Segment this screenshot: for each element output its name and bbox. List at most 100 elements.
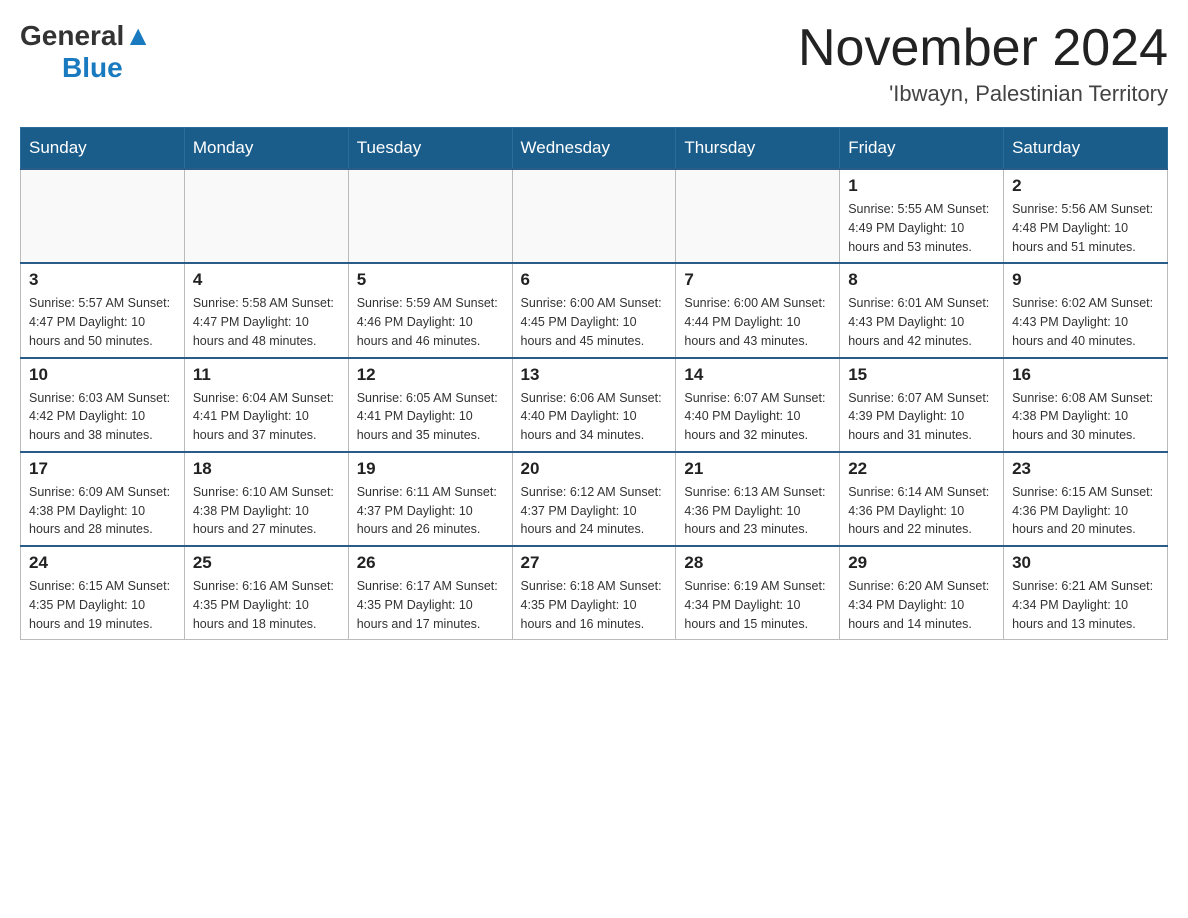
calendar-cell: 6Sunrise: 6:00 AM Sunset: 4:45 PM Daylig… [512, 263, 676, 357]
calendar-week-1: 1Sunrise: 5:55 AM Sunset: 4:49 PM Daylig… [21, 169, 1168, 263]
day-info: Sunrise: 6:00 AM Sunset: 4:44 PM Dayligh… [684, 294, 831, 350]
cell-content: 1Sunrise: 5:55 AM Sunset: 4:49 PM Daylig… [848, 176, 995, 256]
day-number: 26 [357, 553, 504, 573]
calendar-cell: 16Sunrise: 6:08 AM Sunset: 4:38 PM Dayli… [1004, 358, 1168, 452]
calendar-cell: 23Sunrise: 6:15 AM Sunset: 4:36 PM Dayli… [1004, 452, 1168, 546]
calendar-week-3: 10Sunrise: 6:03 AM Sunset: 4:42 PM Dayli… [21, 358, 1168, 452]
day-number: 2 [1012, 176, 1159, 196]
day-info: Sunrise: 5:59 AM Sunset: 4:46 PM Dayligh… [357, 294, 504, 350]
cell-content: 28Sunrise: 6:19 AM Sunset: 4:34 PM Dayli… [684, 553, 831, 633]
calendar-header: SundayMondayTuesdayWednesdayThursdayFrid… [21, 128, 1168, 170]
day-info: Sunrise: 6:12 AM Sunset: 4:37 PM Dayligh… [521, 483, 668, 539]
calendar-cell: 21 Sunrise: 6:13 AM Sunset: 4:36 PM Dayli… [676, 452, 840, 546]
calendar-cell: 8Sunrise: 6:01 AM Sunset: 4:43 PM Daylig… [840, 263, 1004, 357]
calendar-week-4: 17Sunrise: 6:09 AM Sunset: 4:38 PM Dayli… [21, 452, 1168, 546]
cell-content: 8Sunrise: 6:01 AM Sunset: 4:43 PM Daylig… [848, 270, 995, 350]
day-number: 28 [684, 553, 831, 573]
calendar-cell: 27Sunrise: 6:18 AM Sunset: 4:35 PM Dayli… [512, 546, 676, 640]
day-number: 16 [1012, 365, 1159, 385]
calendar-week-2: 3Sunrise: 5:57 AM Sunset: 4:47 PM Daylig… [21, 263, 1168, 357]
calendar-table: SundayMondayTuesdayWednesdayThursdayFrid… [20, 127, 1168, 640]
day-info: Sunrise: 6:15 AM Sunset: 4:35 PM Dayligh… [29, 577, 176, 633]
title-section: November 2024 'Ibwayn, Palestinian Terri… [798, 20, 1168, 107]
cell-content: 4Sunrise: 5:58 AM Sunset: 4:47 PM Daylig… [193, 270, 340, 350]
logo-general-text: General▲ [20, 20, 152, 52]
day-number: 13 [521, 365, 668, 385]
cell-content: 14Sunrise: 6:07 AM Sunset: 4:40 PM Dayli… [684, 365, 831, 445]
weekday-header-sunday: Sunday [21, 128, 185, 170]
logo-general-blue: ▲ [124, 20, 152, 52]
day-info: Sunrise: 6:20 AM Sunset: 4:34 PM Dayligh… [848, 577, 995, 633]
calendar-cell [348, 169, 512, 263]
calendar-cell: 11Sunrise: 6:04 AM Sunset: 4:41 PM Dayli… [184, 358, 348, 452]
cell-content: 29 Sunrise: 6:20 AM Sunset: 4:34 PM Dayli… [848, 553, 995, 633]
day-info: Sunrise: 6:09 AM Sunset: 4:38 PM Dayligh… [29, 483, 176, 539]
day-number: 15 [848, 365, 995, 385]
day-info: Sunrise: 6:11 AM Sunset: 4:37 PM Dayligh… [357, 483, 504, 539]
calendar-cell: 17Sunrise: 6:09 AM Sunset: 4:38 PM Dayli… [21, 452, 185, 546]
day-number: 21 [684, 459, 831, 479]
cell-content: 30Sunrise: 6:21 AM Sunset: 4:34 PM Dayli… [1012, 553, 1159, 633]
calendar-cell: 18Sunrise: 6:10 AM Sunset: 4:38 PM Dayli… [184, 452, 348, 546]
cell-content: 26 Sunrise: 6:17 AM Sunset: 4:35 PM Dayli… [357, 553, 504, 633]
day-info: Sunrise: 5:55 AM Sunset: 4:49 PM Dayligh… [848, 200, 995, 256]
day-number: 29 [848, 553, 995, 573]
calendar-cell: 29 Sunrise: 6:20 AM Sunset: 4:34 PM Dayli… [840, 546, 1004, 640]
weekday-header-wednesday: Wednesday [512, 128, 676, 170]
logo-blue-text: Blue [62, 52, 123, 84]
calendar-cell: 25 Sunrise: 6:16 AM Sunset: 4:35 PM Dayli… [184, 546, 348, 640]
cell-content: 16Sunrise: 6:08 AM Sunset: 4:38 PM Dayli… [1012, 365, 1159, 445]
page-header: General▲ Blue November 2024 'Ibwayn, Pal… [20, 20, 1168, 107]
weekday-header-friday: Friday [840, 128, 1004, 170]
cell-content: 11Sunrise: 6:04 AM Sunset: 4:41 PM Dayli… [193, 365, 340, 445]
day-info: Sunrise: 6:03 AM Sunset: 4:42 PM Dayligh… [29, 389, 176, 445]
month-title: November 2024 [798, 20, 1168, 77]
day-number: 25 [193, 553, 340, 573]
calendar-cell: 12Sunrise: 6:05 AM Sunset: 4:41 PM Dayli… [348, 358, 512, 452]
cell-content: 12Sunrise: 6:05 AM Sunset: 4:41 PM Dayli… [357, 365, 504, 445]
day-number: 20 [521, 459, 668, 479]
day-info: Sunrise: 6:01 AM Sunset: 4:43 PM Dayligh… [848, 294, 995, 350]
cell-content: 13 Sunrise: 6:06 AM Sunset: 4:40 PM Dayli… [521, 365, 668, 445]
weekday-header-saturday: Saturday [1004, 128, 1168, 170]
calendar-cell: 2 Sunrise: 5:56 AM Sunset: 4:48 PM Daylig… [1004, 169, 1168, 263]
day-number: 22 [848, 459, 995, 479]
calendar-cell: 9Sunrise: 6:02 AM Sunset: 4:43 PM Daylig… [1004, 263, 1168, 357]
day-info: Sunrise: 6:18 AM Sunset: 4:35 PM Dayligh… [521, 577, 668, 633]
day-number: 24 [29, 553, 176, 573]
cell-content: 22Sunrise: 6:14 AM Sunset: 4:36 PM Dayli… [848, 459, 995, 539]
calendar-cell: 15Sunrise: 6:07 AM Sunset: 4:39 PM Dayli… [840, 358, 1004, 452]
calendar-cell: 22Sunrise: 6:14 AM Sunset: 4:36 PM Dayli… [840, 452, 1004, 546]
day-number: 12 [357, 365, 504, 385]
day-number: 30 [1012, 553, 1159, 573]
calendar-cell: 5Sunrise: 5:59 AM Sunset: 4:46 PM Daylig… [348, 263, 512, 357]
day-info: Sunrise: 5:56 AM Sunset: 4:48 PM Dayligh… [1012, 200, 1159, 256]
day-info: Sunrise: 6:17 AM Sunset: 4:35 PM Dayligh… [357, 577, 504, 633]
cell-content: 24 Sunrise: 6:15 AM Sunset: 4:35 PM Dayli… [29, 553, 176, 633]
day-info: Sunrise: 6:00 AM Sunset: 4:45 PM Dayligh… [521, 294, 668, 350]
calendar-cell: 28Sunrise: 6:19 AM Sunset: 4:34 PM Dayli… [676, 546, 840, 640]
weekday-header-monday: Monday [184, 128, 348, 170]
day-number: 11 [193, 365, 340, 385]
cell-content: 10Sunrise: 6:03 AM Sunset: 4:42 PM Dayli… [29, 365, 176, 445]
day-info: Sunrise: 6:10 AM Sunset: 4:38 PM Dayligh… [193, 483, 340, 539]
weekday-header-row: SundayMondayTuesdayWednesdayThursdayFrid… [21, 128, 1168, 170]
cell-content: 7 Sunrise: 6:00 AM Sunset: 4:44 PM Daylig… [684, 270, 831, 350]
calendar-cell: 4Sunrise: 5:58 AM Sunset: 4:47 PM Daylig… [184, 263, 348, 357]
cell-content: 3Sunrise: 5:57 AM Sunset: 4:47 PM Daylig… [29, 270, 176, 350]
day-info: Sunrise: 6:06 AM Sunset: 4:40 PM Dayligh… [521, 389, 668, 445]
cell-content: 9Sunrise: 6:02 AM Sunset: 4:43 PM Daylig… [1012, 270, 1159, 350]
day-number: 7 [684, 270, 831, 290]
calendar-cell [184, 169, 348, 263]
logo-general-black: General [20, 20, 124, 52]
cell-content: 23Sunrise: 6:15 AM Sunset: 4:36 PM Dayli… [1012, 459, 1159, 539]
day-info: Sunrise: 6:16 AM Sunset: 4:35 PM Dayligh… [193, 577, 340, 633]
calendar-cell: 3Sunrise: 5:57 AM Sunset: 4:47 PM Daylig… [21, 263, 185, 357]
day-number: 3 [29, 270, 176, 290]
calendar-cell [21, 169, 185, 263]
calendar-week-5: 24 Sunrise: 6:15 AM Sunset: 4:35 PM Dayli… [21, 546, 1168, 640]
day-info: Sunrise: 6:13 AM Sunset: 4:36 PM Dayligh… [684, 483, 831, 539]
cell-content: 17Sunrise: 6:09 AM Sunset: 4:38 PM Dayli… [29, 459, 176, 539]
calendar-cell: 24 Sunrise: 6:15 AM Sunset: 4:35 PM Dayli… [21, 546, 185, 640]
cell-content: 20 Sunrise: 6:12 AM Sunset: 4:37 PM Dayli… [521, 459, 668, 539]
